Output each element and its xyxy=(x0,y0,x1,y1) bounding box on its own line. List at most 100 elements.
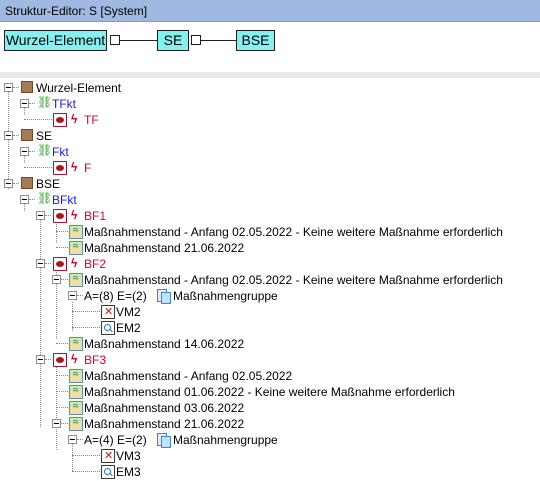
tree-item-avoidance-measure[interactable]: VM2 xyxy=(0,304,300,320)
collapse-toggle[interactable] xyxy=(36,355,45,364)
tree-item-detection-measure[interactable]: EM3 xyxy=(0,464,300,480)
window-titlebar: Struktur-Editor: S [System] xyxy=(0,0,540,22)
diagram-port-se[interactable] xyxy=(191,35,201,45)
tree-line xyxy=(56,375,68,376)
tree-item-label: Fkt xyxy=(52,145,69,159)
tree-line xyxy=(72,311,100,312)
tree-item-label: Wurzel-Element xyxy=(36,81,122,95)
collapse-toggle[interactable] xyxy=(68,435,77,444)
tree-item-element[interactable]: BSE xyxy=(0,176,300,192)
tree-item-fault[interactable]: ϟ TF xyxy=(0,112,300,128)
tree-item-fault[interactable]: ϟ BF1 xyxy=(0,208,300,224)
measure-status-icon xyxy=(69,273,83,287)
collapse-toggle[interactable] xyxy=(4,83,13,92)
tree-item-element[interactable]: SE xyxy=(0,128,300,144)
tree-item-element[interactable]: Wurzel-Element xyxy=(0,80,300,96)
tree-item-label: Maßnahmenstand 21.06.2022 xyxy=(84,417,245,431)
element-icon xyxy=(21,81,33,93)
measure-status-icon xyxy=(69,417,83,431)
lightning-icon: ϟ xyxy=(71,160,78,174)
tree-item-measure-group[interactable]: A=(8) E=(2) Maßnahmengruppe xyxy=(0,288,400,304)
tree-item-label: Maßnahmenstand 14.06.2022 xyxy=(84,337,245,351)
tree-item-label: BF1 xyxy=(84,209,107,223)
tree-item-fault[interactable]: ϟ BF3 xyxy=(0,352,300,368)
tree-item-measure-status[interactable]: Maßnahmenstand 21.06.2022 xyxy=(0,416,540,432)
tree-line xyxy=(56,247,68,248)
diagram-node-bse[interactable]: BSE xyxy=(236,30,275,51)
tree-item-function[interactable]: Fkt xyxy=(0,143,300,160)
tree-item-label: VM3 xyxy=(116,449,141,463)
tree-item-label: Maßnahmenstand 21.06.2022 xyxy=(84,241,245,255)
collapse-toggle[interactable] xyxy=(36,211,45,220)
collapse-toggle[interactable] xyxy=(20,147,29,156)
tree-item-measure-status[interactable]: Maßnahmenstand 21.06.2022 xyxy=(0,240,540,256)
tree-item-label: BFkt xyxy=(52,193,77,207)
tree-item-avoidance-measure[interactable]: VM3 xyxy=(0,448,300,464)
structure-tree: Wurzel-Element TFkt ϟ TF SE Fkt ϟ F BSE xyxy=(0,78,540,481)
diagram-node-se[interactable]: SE xyxy=(157,30,189,51)
fault-icon xyxy=(53,209,67,223)
tree-item-label: EM2 xyxy=(116,321,141,335)
tree-item-label: Maßnahmenstand 01.06.2022 - Keine weiter… xyxy=(84,385,455,399)
tree-item-label: Maßnahmenstand - Anfang 02.05.2022 - Kei… xyxy=(84,273,503,287)
collapse-toggle[interactable] xyxy=(4,179,13,188)
diagram-port-wurzel-element[interactable] xyxy=(110,35,120,45)
lightning-icon: ϟ xyxy=(71,256,78,270)
tree-line xyxy=(13,183,19,184)
tree-item-fault[interactable]: ϟ BF2 xyxy=(0,256,300,272)
tree-item-label: Maßnahmenstand - Anfang 02.05.2022 xyxy=(84,369,293,383)
fault-icon xyxy=(53,257,67,271)
measure-status-icon xyxy=(69,225,83,239)
tree-item-detection-measure[interactable]: EM2 xyxy=(0,320,300,336)
tree-line xyxy=(24,167,52,168)
lightning-icon: ϟ xyxy=(71,208,78,222)
tree-item-measure-status[interactable]: Maßnahmenstand 14.06.2022 xyxy=(0,336,540,352)
tree-line xyxy=(56,407,68,408)
measure-status-icon xyxy=(69,385,83,399)
collapse-toggle[interactable] xyxy=(52,275,61,284)
tree-item-label: F xyxy=(84,161,92,175)
detection-measure-icon xyxy=(101,321,115,335)
measure-status-icon xyxy=(69,369,83,383)
tree-item-measure-status[interactable]: Maßnahmenstand 03.06.2022 xyxy=(0,400,540,416)
tree-line xyxy=(29,151,35,152)
tree-item-label: TF xyxy=(84,113,99,127)
tree-item-measure-status[interactable]: Maßnahmenstand - Anfang 02.05.2022 - Kei… xyxy=(0,224,540,240)
collapse-toggle[interactable] xyxy=(36,259,45,268)
tree-item-measure-status[interactable]: Maßnahmenstand - Anfang 02.05.2022 xyxy=(0,368,540,384)
avoidance-measure-icon xyxy=(101,449,115,463)
collapse-toggle[interactable] xyxy=(52,419,61,428)
tree-line xyxy=(77,295,83,296)
collapse-toggle[interactable] xyxy=(20,99,29,108)
tree-item-label: Maßnahmengruppe xyxy=(173,289,278,303)
tree-item-measure-group[interactable]: A=(4) E=(2) Maßnahmengruppe xyxy=(0,432,400,448)
tree-item-function[interactable]: TFkt xyxy=(0,95,300,112)
tree-item-measure-status[interactable]: Maßnahmenstand 01.06.2022 - Keine weiter… xyxy=(0,384,540,400)
tree-line xyxy=(61,423,68,424)
tree-item-function[interactable]: BFkt xyxy=(0,191,300,208)
group-count-label: A=(4) E=(2) xyxy=(84,433,147,447)
measure-status-icon xyxy=(69,401,83,415)
tree-item-measure-status[interactable]: Maßnahmenstand - Anfang 02.05.2022 - Kei… xyxy=(0,272,540,288)
tree-line xyxy=(13,135,19,136)
measure-status-icon xyxy=(69,337,83,351)
detection-measure-icon xyxy=(101,465,115,479)
tree-line xyxy=(61,279,68,280)
tree-line xyxy=(72,471,100,472)
collapse-toggle[interactable] xyxy=(20,195,29,204)
tree-line xyxy=(56,231,68,232)
tree-item-label: BF2 xyxy=(84,257,107,271)
lightning-icon: ϟ xyxy=(71,352,78,366)
tree-item-label: EM3 xyxy=(116,465,141,479)
diagram-node-wurzel-element[interactable]: Wurzel-Element xyxy=(4,30,107,51)
collapse-toggle[interactable] xyxy=(68,291,77,300)
tree-item-label: BSE xyxy=(36,177,61,191)
tree-item-label: VM2 xyxy=(116,305,141,319)
fault-icon xyxy=(53,353,67,367)
tree-item-fault[interactable]: ϟ F xyxy=(0,160,300,176)
tree-line xyxy=(45,215,51,216)
tree-line xyxy=(77,439,83,440)
structure-diagram: Wurzel-Element SE BSE xyxy=(0,22,540,72)
diagram-connector xyxy=(201,40,236,41)
collapse-toggle[interactable] xyxy=(4,131,13,140)
